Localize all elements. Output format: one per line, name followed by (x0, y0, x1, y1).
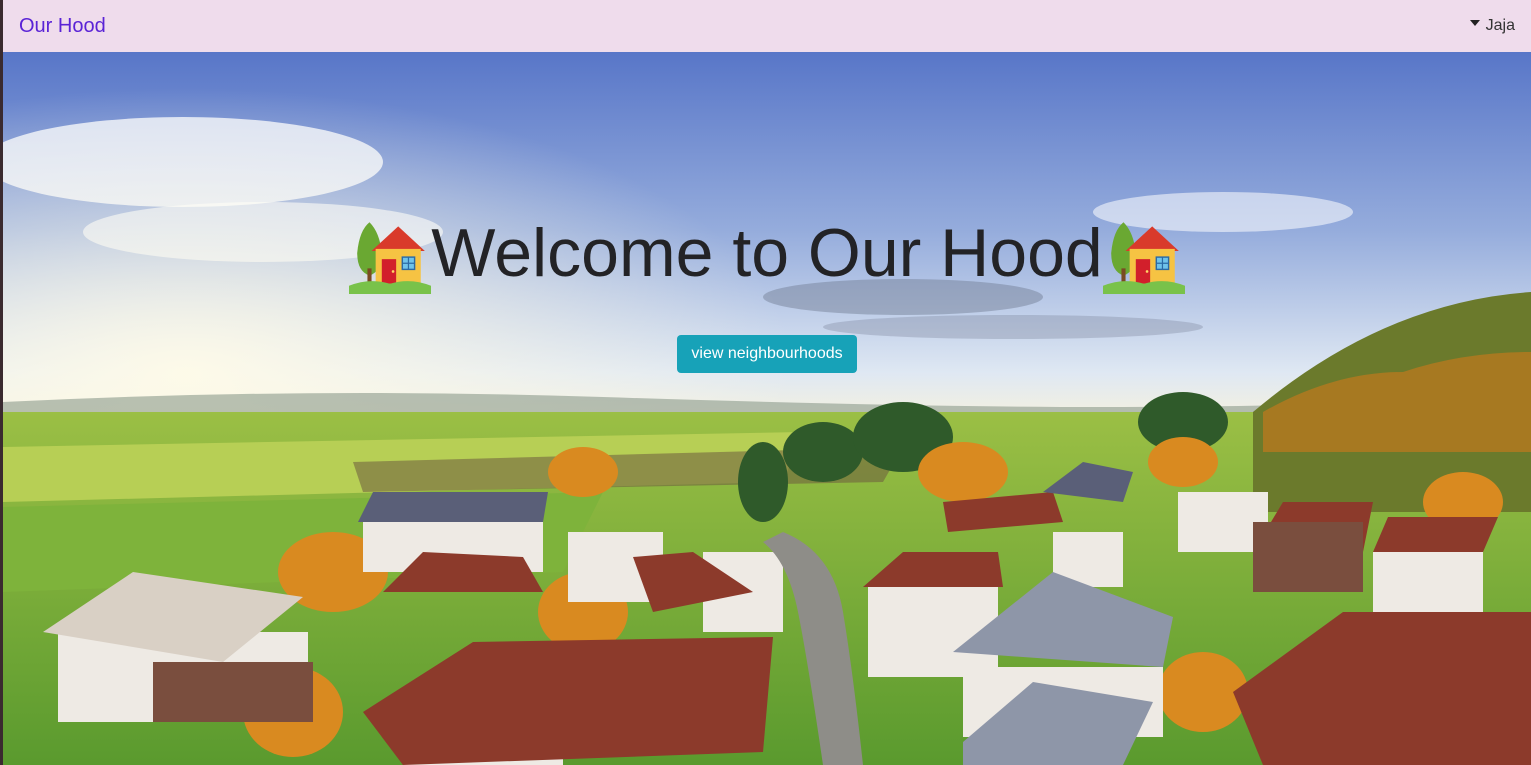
user-dropdown[interactable]: Jaja (1469, 17, 1515, 35)
user-name: Jaja (1485, 17, 1515, 34)
page: Our Hood Jaja Welcome to Our Hood view n… (0, 0, 1531, 765)
caret-down-icon (1469, 20, 1480, 26)
brand-link[interactable]: Our Hood (19, 15, 106, 38)
hero-section: Welcome to Our Hood view neighbourhoods (3, 52, 1531, 765)
hero-title: Welcome to Our Hood (349, 212, 1185, 294)
navbar: Our Hood Jaja (3, 0, 1531, 52)
hero-content: Welcome to Our Hood view neighbourhoods (3, 212, 1531, 373)
house-with-garden-icon (349, 222, 432, 294)
house-with-garden-icon (1102, 222, 1185, 294)
window-edge (0, 0, 3, 765)
view-neighbourhoods-button[interactable]: view neighbourhoods (677, 335, 857, 373)
hero-title-text: Welcome to Our Hood (431, 215, 1103, 291)
village-landscape-photo (3, 52, 1531, 765)
